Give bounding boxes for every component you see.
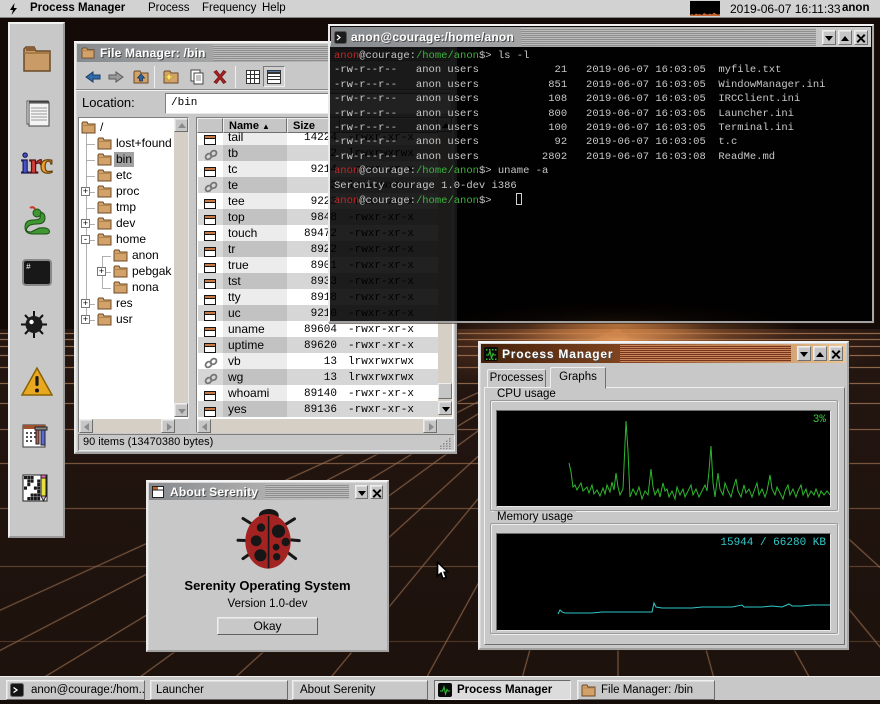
svg-text:#: # — [26, 263, 31, 272]
svg-text:i: i — [21, 149, 29, 179]
svg-text:c: c — [40, 149, 53, 179]
